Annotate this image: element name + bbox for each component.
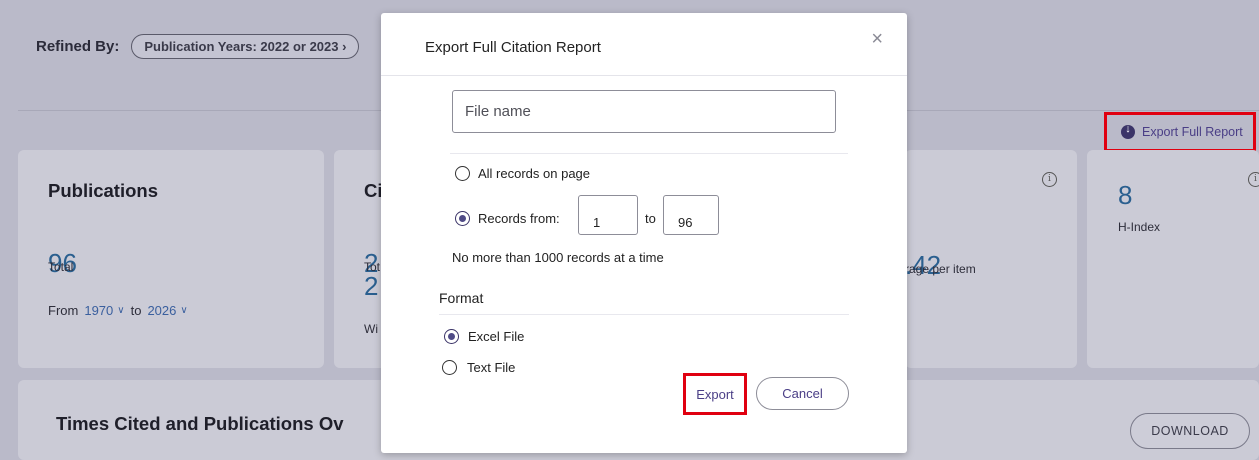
export-full-report-button[interactable]: Export Full Report [1104, 112, 1256, 152]
download-button[interactable]: DOWNLOAD [1130, 413, 1250, 449]
export-dialog: Export Full Citation Report × All record… [381, 13, 907, 453]
info-icon[interactable]: i [1042, 172, 1057, 187]
text-file-label: Text File [467, 360, 516, 375]
times-cited-title: Times Cited and Publications Ov [56, 413, 344, 434]
to-year-select[interactable]: 2026 ∨ [147, 303, 187, 318]
radio-text-file[interactable] [442, 360, 457, 375]
page-background: Refined By: Publication Years: 2022 or 2… [0, 0, 1259, 460]
file-name-input[interactable] [452, 90, 836, 133]
divider [450, 153, 848, 154]
publications-title: Publications [48, 180, 158, 201]
publications-card: Publications 96 Total From 1970 ∨ to 202… [18, 150, 324, 368]
records-from-label: Records from: [478, 211, 560, 226]
dialog-header: Export Full Citation Report × [381, 13, 907, 76]
info-icon[interactable]: i [1248, 172, 1259, 187]
dialog-title: Export Full Citation Report [425, 39, 601, 56]
citations-without-self-count: 2 [364, 271, 379, 301]
h-index-value: 8 [1118, 180, 1133, 210]
radio-all-records[interactable] [455, 166, 470, 181]
h-index-card: 8 H-Index i [1087, 150, 1259, 368]
divider [439, 314, 849, 315]
records-from-input[interactable] [578, 195, 638, 235]
year-range: From 1970 ∨ to 2026 ∨ [48, 303, 188, 318]
average-label: rage per item [905, 262, 976, 276]
refined-by-bar: Refined By: Publication Years: 2022 or 2… [36, 34, 360, 59]
publications-total-label: Total [48, 260, 74, 274]
records-to-label: to [645, 211, 656, 226]
chevron-down-icon: ∨ [180, 305, 188, 316]
average-citations-card: i .42 rage per item [905, 150, 1077, 368]
refined-by-label: Refined By: [36, 38, 120, 55]
all-records-label: All records on page [478, 166, 591, 181]
chevron-right-icon: › [342, 39, 347, 54]
excel-file-label: Excel File [468, 329, 525, 344]
from-label: From [48, 303, 79, 318]
cancel-button[interactable]: Cancel [756, 377, 849, 410]
h-index-label: H-Index [1118, 220, 1161, 234]
filter-chip-publication-years[interactable]: Publication Years: 2022 or 2023 › [131, 34, 360, 59]
to-label: to [130, 303, 142, 318]
export-full-report-label: Export Full Report [1142, 125, 1243, 139]
chevron-down-icon: ∨ [117, 305, 125, 316]
format-heading: Format [439, 290, 484, 306]
records-to-input[interactable] [663, 195, 719, 235]
radio-records-from[interactable] [455, 211, 470, 226]
export-button[interactable]: Export [683, 373, 747, 415]
records-limit-note: No more than 1000 records at a time [452, 250, 664, 265]
citations-without-self-label: Wi [364, 322, 378, 336]
close-icon[interactable]: × [871, 29, 883, 49]
radio-excel-file[interactable] [444, 329, 459, 344]
from-year-select[interactable]: 1970 ∨ [84, 303, 124, 318]
citations-title: Ci [364, 180, 383, 201]
download-circle-icon [1121, 123, 1135, 139]
